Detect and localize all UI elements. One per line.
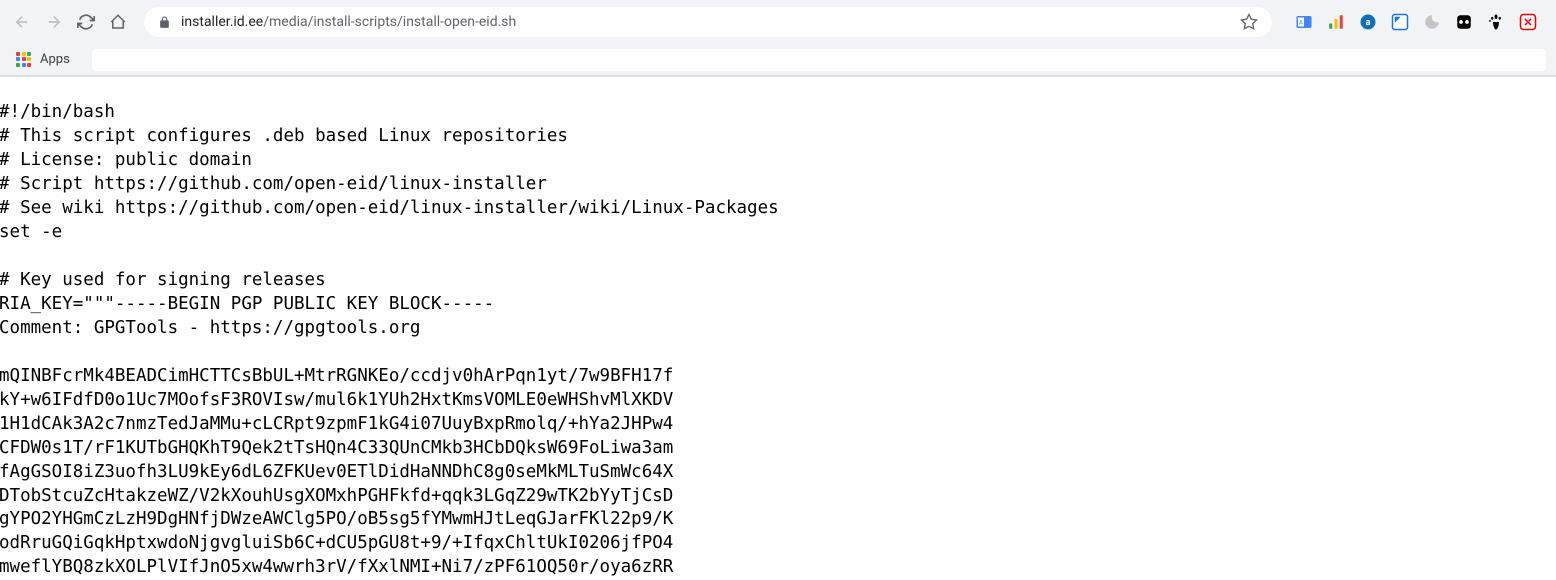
url-path: /media/install-scripts/install-open-eid.…: [263, 14, 516, 30]
apps-grid-icon: [16, 52, 32, 68]
svg-text:A: A: [1299, 19, 1303, 26]
browser-chrome: installer.id.ee/media/install-scripts/in…: [0, 0, 1556, 77]
chart-extension-icon[interactable]: [1326, 12, 1346, 32]
screenshot-extension-icon[interactable]: [1390, 12, 1410, 32]
page-content: #!/bin/bash # This script configures .de…: [0, 77, 1556, 580]
svg-text:a: a: [1366, 18, 1371, 28]
script-text: #!/bin/bash # This script configures .de…: [0, 101, 1556, 580]
lock-icon: [158, 16, 171, 29]
home-button[interactable]: [104, 8, 132, 36]
adblock-extension-icon[interactable]: [1518, 12, 1538, 32]
record-extension-icon[interactable]: [1454, 12, 1474, 32]
back-button[interactable]: [8, 8, 36, 36]
translate-extension-icon[interactable]: A: [1294, 12, 1314, 32]
url-host: installer.id.ee: [181, 14, 263, 30]
toolbar: installer.id.ee/media/install-scripts/in…: [0, 0, 1556, 44]
forward-button[interactable]: [40, 8, 68, 36]
extension-icons: A a: [1284, 12, 1548, 32]
gnome-extension-icon[interactable]: [1486, 12, 1506, 32]
apps-label: Apps: [40, 52, 70, 67]
bookmark-star-icon[interactable]: [1240, 13, 1258, 31]
bookmarks-bar: Apps: [0, 44, 1556, 76]
amazon-extension-icon[interactable]: a: [1358, 12, 1378, 32]
reload-button[interactable]: [72, 8, 100, 36]
address-bar[interactable]: installer.id.ee/media/install-scripts/in…: [144, 7, 1272, 37]
apps-button[interactable]: Apps: [10, 49, 76, 71]
bookmark-blank-area: [92, 49, 1546, 71]
url-text: installer.id.ee/media/install-scripts/in…: [181, 14, 1230, 30]
moon-extension-icon[interactable]: [1422, 12, 1442, 32]
